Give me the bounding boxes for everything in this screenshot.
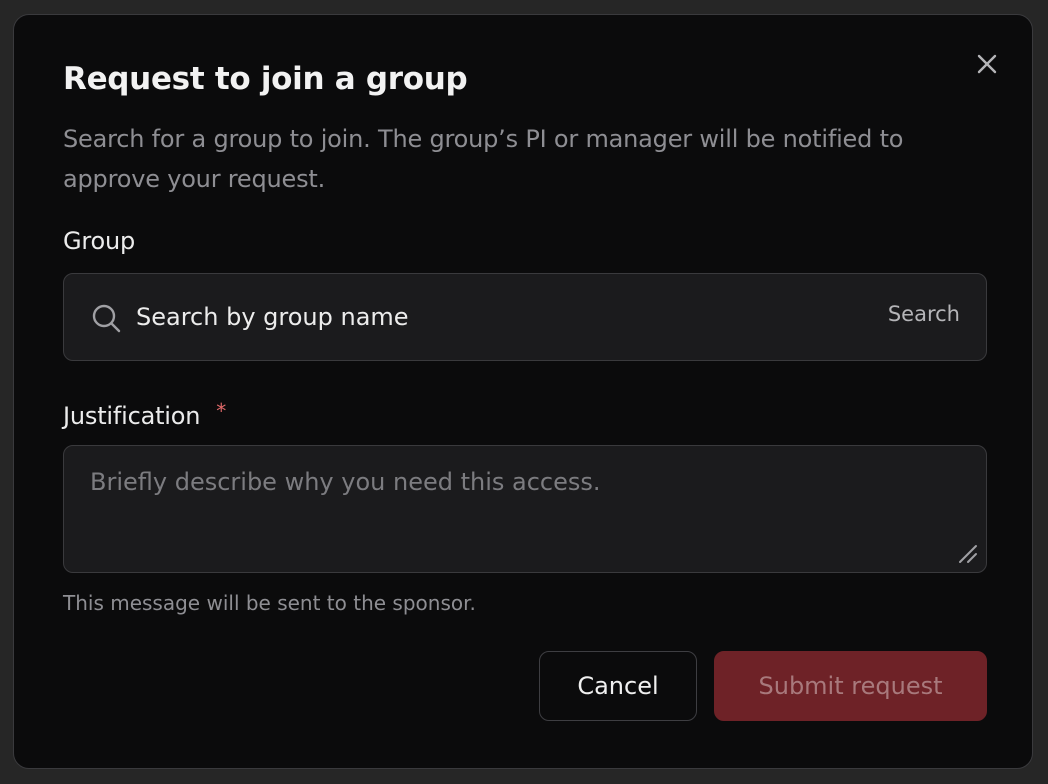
close-icon bbox=[977, 54, 997, 74]
search-icon bbox=[92, 304, 121, 333]
dialog-title: Request to join a group bbox=[63, 61, 468, 97]
cancel-button[interactable]: Cancel bbox=[539, 651, 697, 721]
group-label: Group bbox=[63, 227, 136, 255]
justification-helper-text: This message will be sent to the sponsor… bbox=[63, 591, 476, 615]
close-button[interactable] bbox=[974, 51, 1000, 77]
join-group-dialog: Request to join a group Search for a gro… bbox=[13, 14, 1033, 769]
resize-handle-icon[interactable] bbox=[956, 542, 978, 564]
justification-textarea[interactable] bbox=[64, 446, 986, 572]
justification-label: Justification bbox=[63, 402, 201, 430]
search-hint: Search bbox=[887, 302, 960, 326]
dialog-description: Search for a group to join. The group’s … bbox=[63, 125, 904, 193]
justification-label-row: Justification * bbox=[63, 399, 226, 430]
group-search-input[interactable] bbox=[136, 274, 836, 360]
justification-box[interactable] bbox=[63, 445, 987, 573]
required-marker: * bbox=[216, 399, 227, 423]
group-search-box[interactable]: Search bbox=[63, 273, 987, 361]
submit-request-button[interactable]: Submit request bbox=[714, 651, 987, 721]
